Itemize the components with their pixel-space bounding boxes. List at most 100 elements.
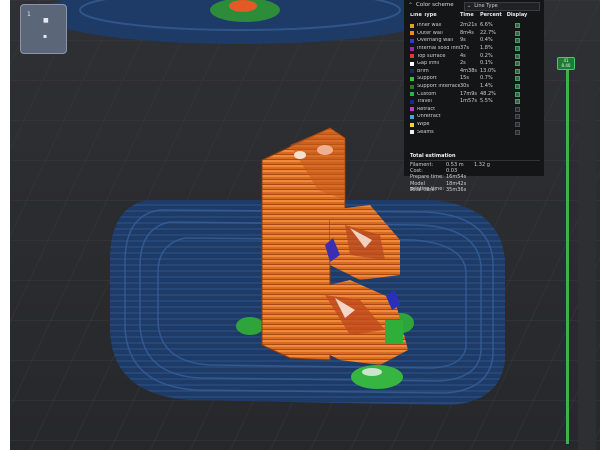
estimation-row: Total time: 35m36s xyxy=(410,186,540,194)
display-checkbox[interactable] xyxy=(514,99,520,105)
line-type-name: Travel xyxy=(417,99,432,105)
legend-row: Retract xyxy=(410,106,540,114)
line-type-percent: 22.7% xyxy=(480,29,496,36)
layer-slider-top-handle[interactable]: 41 8.40 xyxy=(557,57,575,70)
layer-height: 8.40 xyxy=(561,63,571,68)
line-type-name: Overhang wall xyxy=(417,38,454,44)
display-checkbox[interactable] xyxy=(514,114,520,120)
line-type-percent: 48.2% xyxy=(480,90,496,97)
display-checkbox[interactable] xyxy=(514,61,520,67)
legend-row: Outer wall 8m4s 22.7% xyxy=(410,30,540,38)
layer-slider-track[interactable] xyxy=(566,64,569,444)
line-type-time: 17m9s xyxy=(460,90,478,97)
legend-row: Support interface 30s 1.4% xyxy=(410,83,540,91)
line-type-percent: 1.8% xyxy=(480,45,493,52)
display-checkbox[interactable] xyxy=(514,38,520,44)
line-type-name: Outer wall xyxy=(417,30,443,36)
legend-row: Wipe xyxy=(410,121,540,129)
legend-row: Gap infill 2s 0.1% xyxy=(410,60,540,68)
line-type-time: 8m4s xyxy=(460,29,474,36)
col-line-type: Line Type xyxy=(410,13,437,18)
display-checkbox[interactable] xyxy=(514,46,520,52)
legend-swatch xyxy=(410,54,414,59)
line-type-time: 2s xyxy=(460,60,466,67)
legend-swatch xyxy=(410,69,414,74)
legend-row: Brim 4m38s 13.0% xyxy=(410,68,540,76)
line-type-name: Support interface xyxy=(417,84,460,90)
legend-row: Internal solid infill 37s 1.8% xyxy=(410,45,540,53)
line-type-time: 4s xyxy=(460,52,466,59)
display-checkbox[interactable] xyxy=(514,53,520,59)
line-type-legend: ⌃ Color scheme ⌄ Line Type Line Type Tim… xyxy=(404,0,544,192)
legend-row: Seams xyxy=(410,128,540,136)
legend-swatch xyxy=(410,61,414,66)
line-type-name: Inner wall xyxy=(417,23,442,29)
col-percent: Percent xyxy=(480,12,502,18)
line-type-name: Custom xyxy=(417,91,437,97)
display-checkbox[interactable] xyxy=(514,129,520,135)
line-type-time: 4m38s xyxy=(460,67,478,74)
color-scheme-select[interactable]: ⌄ Line Type xyxy=(464,1,540,11)
chevron-down-icon: ⌄ xyxy=(467,2,472,9)
display-checkbox[interactable] xyxy=(514,84,520,90)
legend-swatch xyxy=(410,92,414,97)
line-type-name: Seams xyxy=(417,129,434,135)
legend-swatch xyxy=(410,23,414,28)
collapse-arrow-icon[interactable]: ⌃ xyxy=(408,3,416,9)
line-type-name: Retract xyxy=(417,106,436,112)
line-type-name: Support xyxy=(417,76,437,82)
legend-column-headers: Line Type Time Percent Display xyxy=(410,13,540,18)
line-type-percent: 1.4% xyxy=(480,83,493,90)
view-cube-face: ▪ xyxy=(43,33,48,40)
estimation-value-2 xyxy=(474,188,502,194)
legend-row: Overhang wall 9s 0.4% xyxy=(410,37,540,45)
line-type-name: Wipe xyxy=(417,122,430,128)
line-type-name: Brim xyxy=(417,68,429,74)
display-checkbox[interactable] xyxy=(514,91,520,97)
line-type-percent: 0.4% xyxy=(480,37,493,44)
line-type-percent: 0.7% xyxy=(480,75,493,82)
color-scheme-label: Color scheme xyxy=(416,2,454,9)
legend-row: Inner wall 2m21s 6.6% xyxy=(410,22,540,30)
legend-swatch xyxy=(410,38,414,43)
legend-row: Custom 17m9s 48.2% xyxy=(410,90,540,98)
view-cube-face: ■ xyxy=(43,17,49,24)
line-type-time: 37s xyxy=(460,45,469,52)
view-cube[interactable]: 1 ■ ▪ xyxy=(20,4,67,54)
legend-swatch xyxy=(410,130,414,135)
left-sidebar-strip xyxy=(0,0,10,450)
legend-swatch xyxy=(410,114,414,119)
line-type-name: Unretract xyxy=(417,114,441,120)
legend-row: Travel 1m57s 5.5% xyxy=(410,98,540,106)
line-type-time: 2m21s xyxy=(460,22,478,29)
line-type-name: Gap infill xyxy=(417,61,440,67)
line-type-time: 1m57s xyxy=(460,98,478,105)
legend-swatch xyxy=(410,107,414,112)
legend-row: Unretract xyxy=(410,113,540,121)
display-checkbox[interactable] xyxy=(514,76,520,82)
legend-row: Top surface 4s 0.2% xyxy=(410,52,540,60)
display-checkbox[interactable] xyxy=(514,23,520,29)
legend-swatch xyxy=(410,99,414,104)
line-type-percent: 5.5% xyxy=(480,98,493,105)
legend-swatch xyxy=(410,31,414,36)
line-type-name: Internal solid infill xyxy=(417,46,460,52)
display-checkbox[interactable] xyxy=(514,122,520,128)
legend-rows: Inner wall 2m21s 6.6% Outer wall 8m4s 22.7% Ov… xyxy=(410,22,540,136)
display-checkbox[interactable] xyxy=(514,106,520,112)
estimation-key: Total time: xyxy=(410,186,437,193)
line-type-time: 9s xyxy=(460,37,466,44)
display-checkbox[interactable] xyxy=(514,30,520,36)
col-time: Time xyxy=(460,12,474,18)
legend-swatch xyxy=(410,76,414,81)
view-cube-label: 1 xyxy=(27,11,31,18)
line-type-time: 15s xyxy=(460,75,469,82)
line-type-percent: 0.1% xyxy=(480,60,493,67)
estimation-value: 35m36s xyxy=(446,186,467,193)
total-estimation: Total estimation Filament: 0.53 m 1.32 g Co… xyxy=(410,154,540,194)
total-estimation-title: Total estimation xyxy=(410,154,540,161)
legend-row: Support 15s 0.7% xyxy=(410,75,540,83)
legend-swatch xyxy=(410,84,414,89)
line-type-percent: 6.6% xyxy=(480,22,493,29)
display-checkbox[interactable] xyxy=(514,68,520,74)
